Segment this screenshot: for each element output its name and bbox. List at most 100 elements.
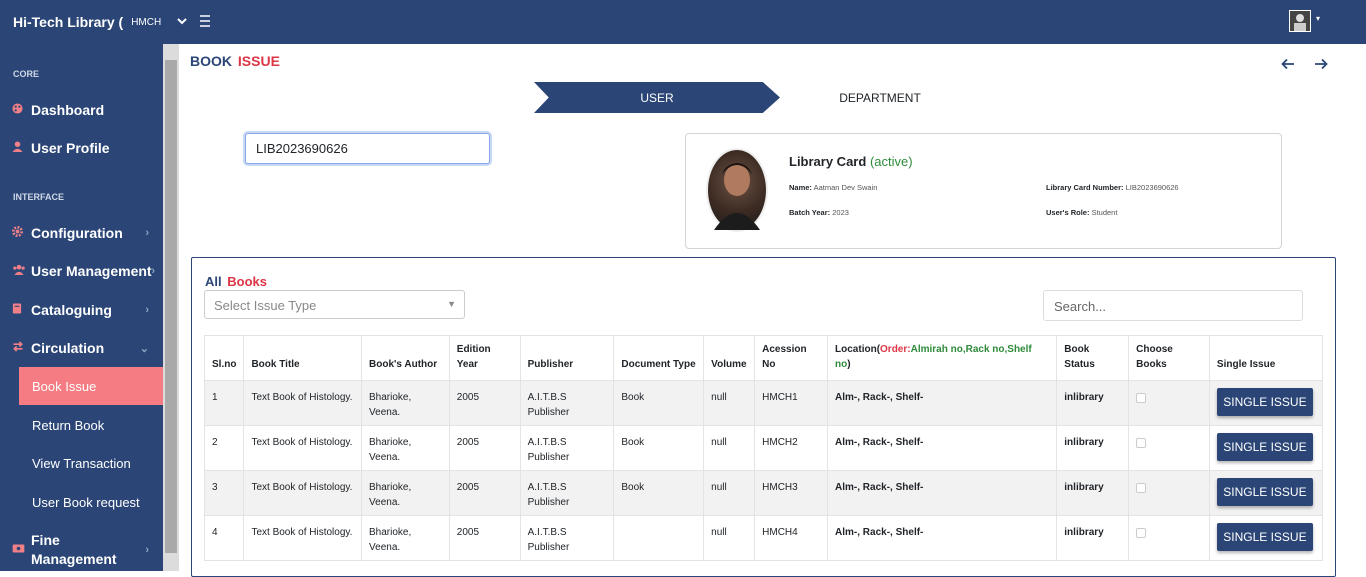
arrow-right-icon[interactable] [1314, 57, 1328, 75]
cell-title: Text Book of Histology. [243, 380, 363, 426]
sidebar-scrollbar[interactable] [163, 44, 179, 571]
col-author[interactable]: Book's Author [361, 335, 450, 381]
cell-doc-type [613, 515, 705, 561]
scrollbar-thumb[interactable] [165, 60, 177, 553]
page-title-part2: ISSUE [237, 53, 280, 69]
col-volume[interactable]: Volume [703, 335, 756, 381]
books-title-part1: All [205, 274, 222, 289]
library-select[interactable]: HMCH [127, 16, 192, 28]
name-label: Name: [789, 183, 812, 192]
cell-choose [1128, 515, 1210, 561]
step-department[interactable]: DEPARTMENT [780, 82, 980, 113]
sidebar-item-book-issue[interactable]: Book Issue [19, 367, 163, 405]
table-row: 4 Text Book of Histology. Bharioke, Veen… [203, 515, 1324, 561]
sidebar-item-view-transaction[interactable]: View Transaction [19, 444, 163, 482]
sidebar-item-label: Circulation [31, 340, 105, 356]
cell-volume: null [703, 425, 756, 471]
sidebar-toggle-icon[interactable] [199, 14, 211, 31]
user-photo [706, 148, 768, 232]
sidebar-item-user-book-request[interactable]: User Book request [19, 483, 163, 521]
card-number-value: LIB2023690626 [1125, 183, 1179, 192]
sidebar-item-label: Configuration [31, 225, 123, 241]
sidebar-item-configuration[interactable]: Configuration › [0, 214, 163, 252]
cell-slno: 2 [203, 425, 245, 471]
col-doc-type[interactable]: Document Type [613, 335, 705, 381]
fine-label-line2: Management [31, 551, 117, 567]
step-user[interactable]: USER [534, 82, 780, 113]
role-field: User's Role: Student [1046, 208, 1117, 217]
cell-title: Text Book of Histology. [243, 425, 363, 471]
exchange-icon [12, 341, 28, 355]
choose-checkbox[interactable] [1136, 528, 1147, 538]
cell-volume: null [703, 380, 756, 426]
cell-edition: 2005 [448, 515, 521, 561]
location-prefix: Location( [835, 344, 881, 355]
single-issue-button[interactable]: SINGLE ISSUE [1216, 388, 1313, 416]
search-placeholder: Search... [1054, 299, 1107, 314]
sidebar-item-label: Book Issue [32, 378, 97, 394]
sidebar-item-user-profile[interactable]: User Profile [0, 129, 163, 167]
main-content: BOOK ISSUE USER DEPARTMENT Library Card … [180, 44, 1346, 577]
top-navbar: Hi-Tech Library ( HMCH ▾ [0, 0, 1366, 44]
sidebar-item-circulation[interactable]: Circulation ⌄ [0, 329, 163, 367]
chevron-right-icon: › [145, 544, 149, 556]
choose-checkbox[interactable] [1136, 438, 1147, 448]
single-issue-button[interactable]: SINGLE ISSUE [1216, 433, 1313, 461]
col-choose[interactable]: Choose Books [1128, 335, 1210, 381]
all-books-panel: All Books Select Issue Type ▼ Search... … [191, 257, 1336, 577]
library-card-input[interactable] [245, 133, 490, 164]
single-issue-button[interactable]: SINGLE ISSUE [1216, 478, 1313, 506]
cell-edition: 2005 [448, 470, 521, 516]
cell-location: Alm-, Rack-, Shelf- [827, 470, 1058, 516]
sidebar-item-fine-management[interactable]: Fine Management › [0, 530, 163, 570]
sidebar-item-cataloguing[interactable]: Cataloguing › [0, 291, 163, 329]
chevron-right-icon: › [151, 265, 155, 277]
chevron-right-icon: › [145, 304, 149, 316]
col-title[interactable]: Book Title [243, 335, 363, 381]
col-publisher[interactable]: Publisher [519, 335, 615, 381]
sidebar-item-dashboard[interactable]: Dashboard [0, 91, 163, 129]
role-value: Student [1091, 208, 1118, 217]
issue-type-select[interactable]: Select Issue Type ▼ [204, 290, 465, 319]
chevron-down-icon [177, 17, 187, 28]
col-accession[interactable]: Acession No [754, 335, 829, 381]
table-header-row: Sl.no Book Title Book's Author Edition Y… [203, 335, 1324, 381]
single-issue-button[interactable]: SINGLE ISSUE [1216, 523, 1313, 551]
cell-slno: 1 [203, 380, 245, 426]
cell-accession: HMCH3 [754, 470, 829, 516]
user-avatar[interactable] [1289, 10, 1311, 32]
brand[interactable]: Hi-Tech Library ( HMCH [0, 14, 192, 30]
cell-edition: 2005 [448, 380, 521, 426]
cell-author: Bharioke, Veena. [361, 470, 450, 516]
col-location[interactable]: Location(Order:Almirah no,Rack no,Shelf … [827, 335, 1058, 381]
sidebar-item-user-management[interactable]: User Management › [0, 252, 163, 290]
book-icon [12, 303, 28, 317]
sidebar-item-label: User Book request [32, 494, 140, 510]
cell-author: Bharioke, Veena. [361, 425, 450, 471]
cell-publisher: A.I.T.B.S Publisher [519, 425, 615, 471]
arrow-left-icon[interactable] [1281, 57, 1295, 75]
col-status[interactable]: Book Status [1056, 335, 1130, 381]
brand-title: Hi-Tech Library ( [13, 14, 124, 30]
choose-checkbox[interactable] [1136, 483, 1147, 493]
choose-checkbox[interactable] [1136, 393, 1147, 403]
cell-choose [1128, 425, 1210, 471]
library-select-value: HMCH [131, 16, 162, 28]
col-single[interactable]: Single Issue [1208, 335, 1324, 381]
col-edition[interactable]: Edition Year [448, 335, 521, 381]
cell-choose [1128, 470, 1210, 516]
col-slno[interactable]: Sl.no [203, 335, 245, 381]
sidebar-item-label: User Management [31, 263, 152, 279]
name-value: Aatman Dev Swain [813, 183, 878, 192]
page-title: BOOK ISSUE [190, 53, 280, 69]
cell-doc-type: Book [613, 380, 705, 426]
sidebar-item-return-book[interactable]: Return Book [19, 406, 163, 444]
issue-type-placeholder: Select Issue Type [214, 298, 317, 313]
cell-accession: HMCH4 [754, 515, 829, 561]
caret-down-icon[interactable]: ▾ [1316, 14, 1320, 23]
search-input[interactable]: Search... [1043, 290, 1303, 321]
sidebar-item-label: Return Book [32, 417, 105, 433]
cell-author: Bharioke, Veena. [361, 380, 450, 426]
batch-value: 2023 [832, 208, 849, 217]
palette-icon [12, 103, 28, 117]
